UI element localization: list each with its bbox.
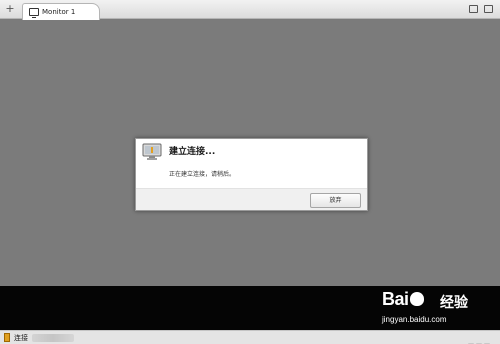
baidu-watermark: Bai 经验 jingyan.baidu.com (382, 289, 497, 335)
watermark-cn: 经验 (440, 295, 468, 311)
window-icon[interactable] (469, 5, 478, 13)
monitor-icon (29, 8, 39, 18)
dialog-message: 正在建立连接，请稍后。 (169, 171, 236, 178)
status-warning-icon (4, 333, 10, 342)
screen-icon[interactable] (484, 5, 493, 13)
new-tab-button[interactable]: + (4, 3, 16, 15)
watermark-url: jingyan.baidu.com (382, 315, 447, 324)
status-text: 连接 (14, 334, 28, 342)
tab-bar: + Monitor 1 (0, 0, 500, 20)
paw-icon (409, 292, 424, 306)
tab-monitor-1[interactable]: Monitor 1 (22, 3, 100, 20)
dialog-title: 建立连接... (169, 147, 216, 157)
baidu-logo: Bai (382, 289, 425, 310)
status-icons (466, 334, 496, 344)
status-blurred-text (32, 334, 74, 342)
connecting-dialog: 建立连接... 正在建立连接，请稍后。 放弃 (135, 138, 368, 211)
abort-button[interactable]: 放弃 (310, 193, 361, 208)
dialog-footer: 放弃 (136, 188, 367, 210)
status-bar: 连接 (0, 330, 500, 344)
tab-label: Monitor 1 (42, 8, 76, 16)
monitor-connecting-icon (142, 143, 162, 160)
